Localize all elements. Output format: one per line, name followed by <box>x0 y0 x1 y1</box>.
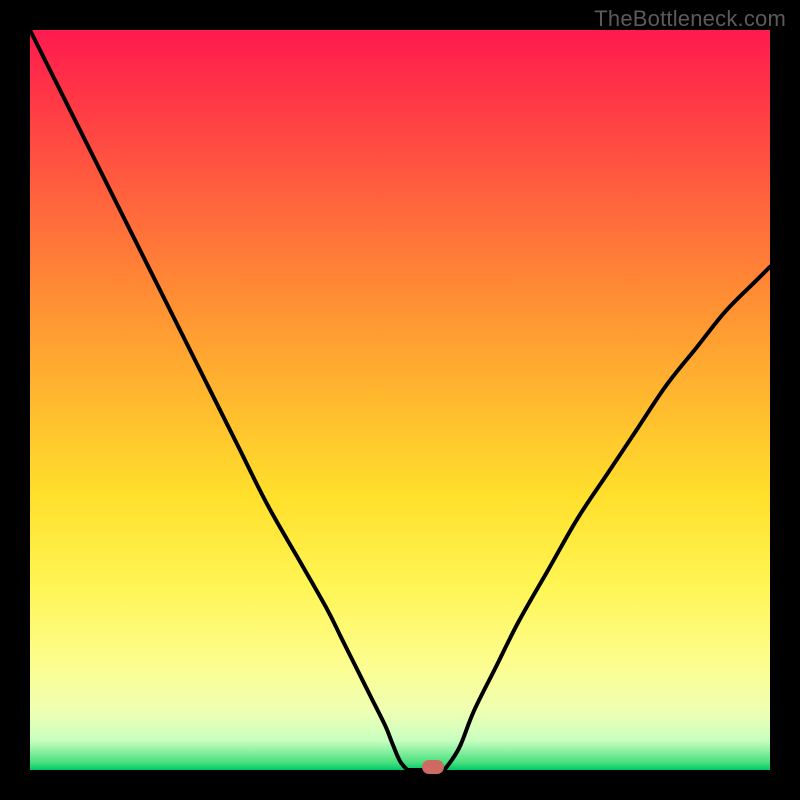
bottleneck-curve <box>30 30 770 770</box>
curve-path <box>30 30 770 770</box>
watermark-text: TheBottleneck.com <box>594 6 786 32</box>
optimal-point-marker <box>422 760 444 774</box>
chart-frame: TheBottleneck.com <box>0 0 800 800</box>
plot-area-gradient <box>30 30 770 770</box>
